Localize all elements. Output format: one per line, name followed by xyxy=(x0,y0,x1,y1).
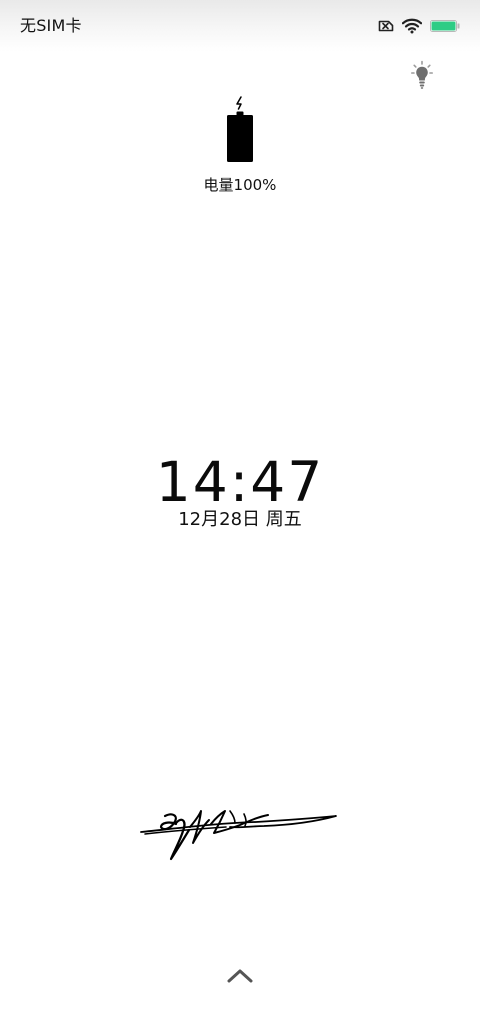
flashlight-icon[interactable] xyxy=(410,60,434,90)
battery-percentage-label: 电量100% xyxy=(203,176,277,194)
lock-screen: 无SIM卡 电量100% 14:47 12月28日 周五 xyxy=(0,0,480,1013)
battery-icon xyxy=(430,20,460,32)
wifi-icon xyxy=(402,18,422,34)
handwritten-signature xyxy=(140,810,337,861)
carrier-label: 无SIM卡 xyxy=(20,16,82,35)
status-bar: 无SIM卡 xyxy=(0,0,480,52)
chevron-up-icon[interactable] xyxy=(226,966,254,986)
status-icons xyxy=(378,18,460,34)
lock-date: 12月28日 周五 xyxy=(178,509,302,530)
charging-battery-icon xyxy=(227,96,253,162)
charging-status: 电量100% xyxy=(0,96,480,194)
no-sim-icon xyxy=(378,20,394,32)
lock-clock: 14:47 xyxy=(155,450,325,514)
